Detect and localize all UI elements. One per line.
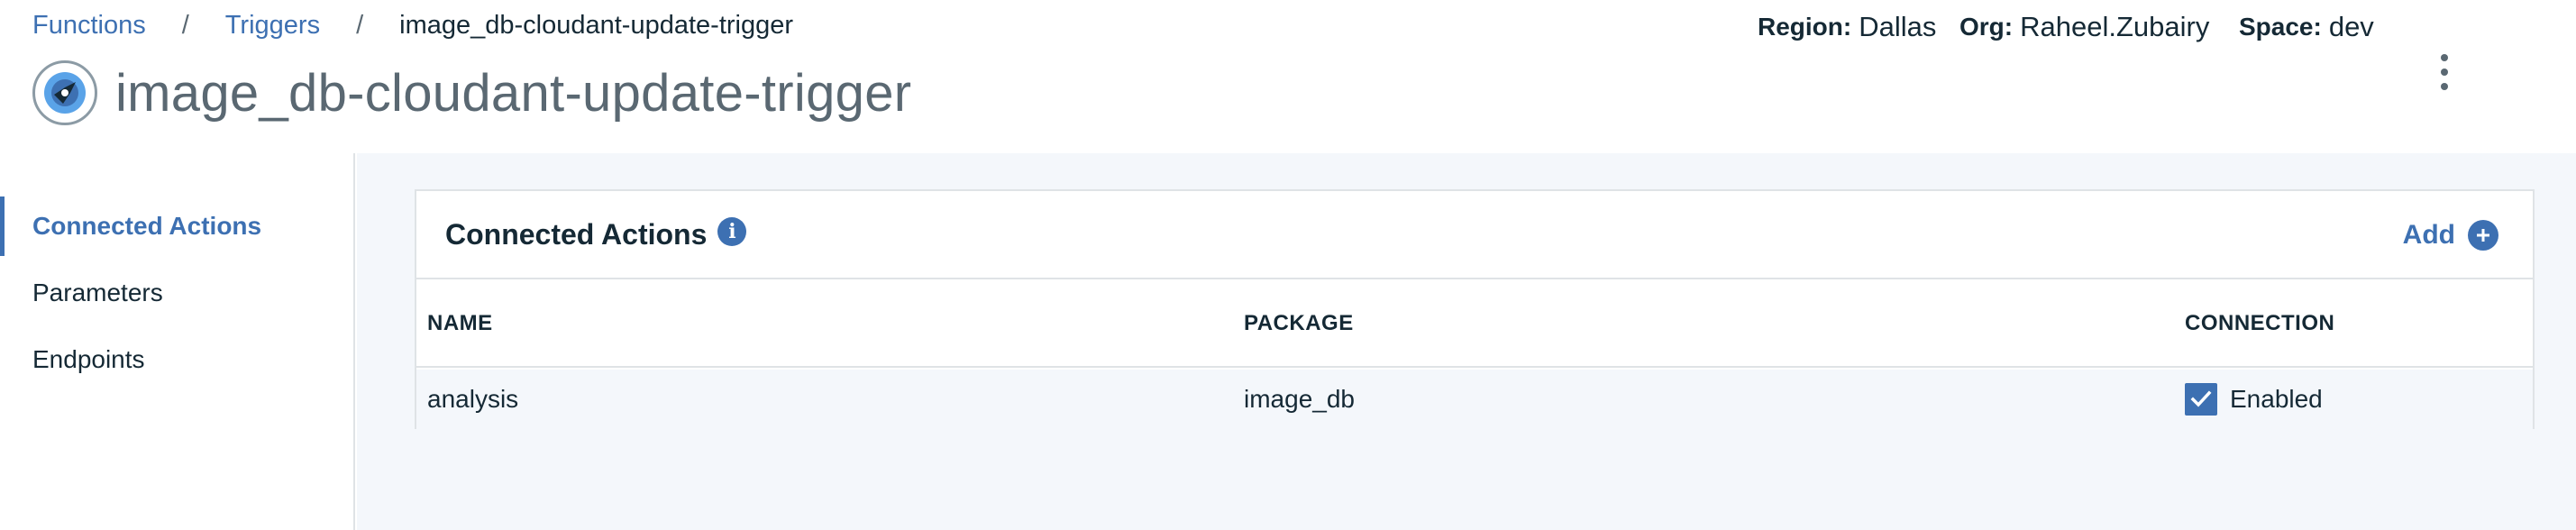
checkmark-icon xyxy=(2190,390,2212,407)
region-info: Region: Dallas xyxy=(1758,9,1936,45)
sidebar-item-parameters[interactable]: Parameters xyxy=(0,263,353,323)
page-title: image_db-cloudant-update-trigger xyxy=(115,63,912,123)
main-content: Connected Actions i Add NAME PACKAGE CON… xyxy=(357,153,2576,530)
connection-checkbox[interactable] xyxy=(2185,383,2217,416)
column-header-package: PACKAGE xyxy=(1244,311,1354,335)
connection-cell: Enabled xyxy=(2185,370,2323,429)
breadcrumb-functions[interactable]: Functions xyxy=(32,11,146,41)
org-info: Org: Raheel.Zubairy xyxy=(1959,9,2209,45)
breadcrumb-triggers[interactable]: Triggers xyxy=(225,11,320,41)
panel-title: Connected Actions xyxy=(445,217,708,251)
add-circle-icon xyxy=(2468,220,2498,251)
connected-actions-panel: Connected Actions i Add NAME PACKAGE CON… xyxy=(415,189,2535,429)
add-button-label: Add xyxy=(2402,220,2455,250)
connection-status: Enabled xyxy=(2230,385,2323,413)
table-row: analysis image_db Enabled xyxy=(416,370,2533,429)
org-value: Raheel.Zubairy xyxy=(2020,11,2210,42)
breadcrumb: Functions / Triggers / image_db-cloudant… xyxy=(32,9,793,41)
overflow-dot xyxy=(2441,83,2448,90)
overflow-dot xyxy=(2441,54,2448,61)
breadcrumb-current: image_db-cloudant-update-trigger xyxy=(399,10,794,40)
cloud-trigger-icon xyxy=(32,60,97,125)
sidebar: Connected Actions Parameters Endpoints xyxy=(0,153,355,530)
column-header-connection: CONNECTION xyxy=(2185,311,2335,335)
action-package: image_db xyxy=(1244,385,1355,413)
overflow-dot xyxy=(2441,69,2448,76)
overflow-menu-icon[interactable] xyxy=(2428,45,2461,99)
org-label: Org: xyxy=(1959,13,2014,41)
page-header: Functions / Triggers / image_db-cloudant… xyxy=(0,0,2576,153)
panel-header: Connected Actions i Add xyxy=(416,191,2533,279)
sidebar-item-endpoints[interactable]: Endpoints xyxy=(0,330,353,389)
sidebar-item-connected-actions[interactable]: Connected Actions xyxy=(0,196,353,256)
action-name: analysis xyxy=(427,385,519,413)
add-button[interactable]: Add xyxy=(2403,215,2498,255)
region-value: Dallas xyxy=(1859,11,1937,42)
space-label: Space: xyxy=(2239,13,2322,41)
table-header: NAME PACKAGE CONNECTION xyxy=(416,279,2533,368)
title-row: image_db-cloudant-update-trigger xyxy=(32,59,911,126)
space-info: Space: dev xyxy=(2239,9,2374,45)
breadcrumb-separator: / xyxy=(181,10,189,40)
breadcrumb-separator: / xyxy=(356,10,364,40)
space-value: dev xyxy=(2328,11,2374,42)
column-header-name: NAME xyxy=(427,311,493,335)
region-label: Region: xyxy=(1758,13,1852,41)
info-icon[interactable]: i xyxy=(717,217,747,246)
